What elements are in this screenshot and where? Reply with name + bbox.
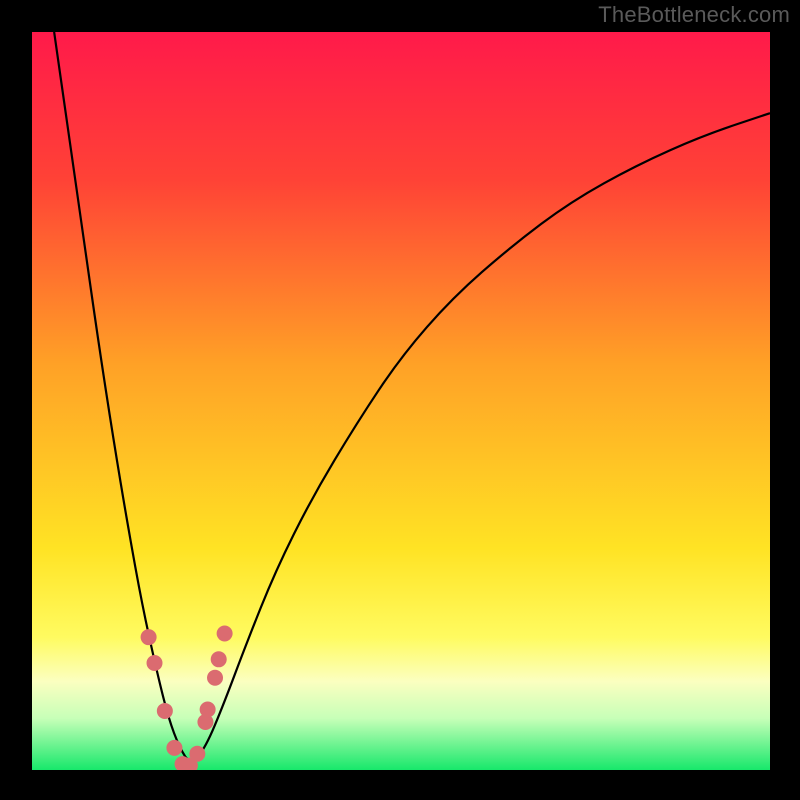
highlight-point — [200, 701, 216, 717]
highlight-point — [166, 740, 182, 756]
highlight-point — [217, 625, 233, 641]
highlight-point — [141, 629, 157, 645]
highlight-point — [211, 651, 227, 667]
highlight-point — [207, 670, 223, 686]
bottleneck-plot — [32, 32, 770, 770]
watermark-text: TheBottleneck.com — [598, 2, 790, 28]
gradient-background — [32, 32, 770, 770]
highlight-point — [189, 746, 205, 762]
highlight-point — [157, 703, 173, 719]
highlight-point — [147, 655, 163, 671]
